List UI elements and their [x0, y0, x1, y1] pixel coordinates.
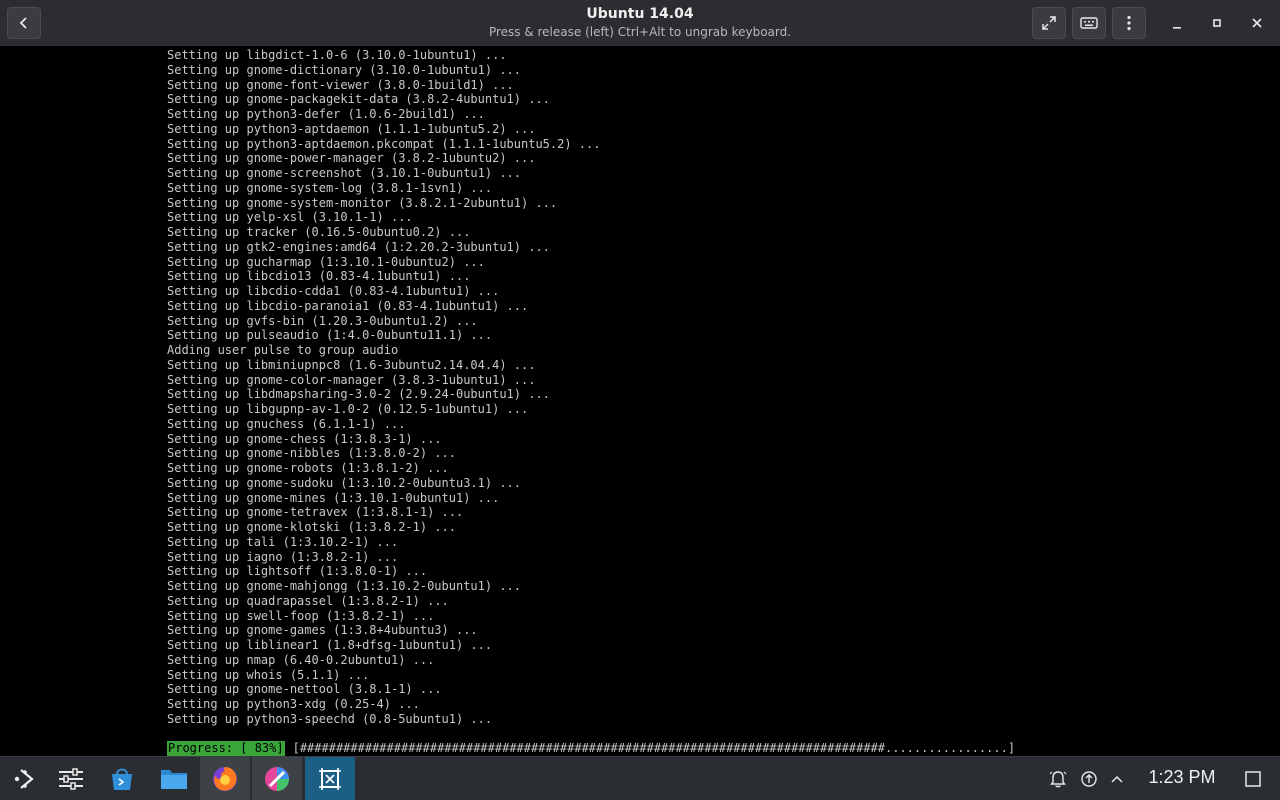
terminal-output[interactable]: Setting up libgdict-1.0-6 (3.10.0-1ubunt… [0, 46, 1280, 756]
terminal-line: Setting up libcdio-cdda1 (0.83-4.1ubuntu… [167, 284, 500, 298]
terminal-line: Setting up gnome-screenshot (3.10.1-0ubu… [167, 166, 522, 180]
terminal-line: Setting up lightsoff (1:3.8.0-1) ... [167, 564, 428, 579]
terminal-line: Setting up gnome-tetravex (1:3.8.1-1) ..… [167, 505, 464, 520]
chevron-left-icon [19, 17, 27, 29]
terminal-line: Setting up gnome-mahjongg (1:3.10.2-0ubu… [167, 579, 522, 593]
terminal-line: Setting up python3-aptdaemon.pkcompat (1… [167, 136, 601, 151]
show-desktop-button[interactable] [1243, 769, 1263, 789]
minimize-button[interactable] [1160, 7, 1194, 39]
terminal-line: Setting up gnome-nettool (3.8.1-1) ... [167, 682, 442, 697]
firefox-icon [213, 767, 237, 791]
terminal-line: Setting up yelp-xsl (3.10.1-1) ... [167, 210, 413, 225]
terminal-line: Setting up gnome-mines (1:3.10.1-0ubuntu… [167, 490, 500, 505]
firefox-button[interactable] [200, 757, 250, 800]
progress-bar: [#######################################… [292, 741, 1016, 755]
progress-row: Progress: [ 83%] [######################… [167, 741, 1015, 756]
terminal-line: Setting up python3-aptdaemon (1.1.1-1ubu… [167, 121, 536, 136]
terminal-line: Setting up libdmapsharing-3.0-2 (2.9.24-… [167, 387, 550, 402]
fullscreen-button[interactable] [1032, 7, 1066, 39]
chevron-up-icon [1111, 775, 1123, 783]
terminal-line: Setting up nmap (6.40-0.2ubuntu1) ... [167, 652, 435, 667]
terminal-line: Setting up gnome-system-monitor (3.8.2.1… [167, 195, 558, 210]
terminal-line: Setting up gnome-sudoku (1:3.10.2-0ubunt… [167, 475, 522, 490]
terminal-lines: Setting up libgdict-1.0-6 (3.10.0-1ubunt… [167, 48, 1267, 727]
terminal-line: Setting up tracker (0.16.5-0ubuntu0.2) .… [167, 225, 471, 239]
terminal-line: Setting up quadrapassel (1:3.8.2-1) ... [167, 593, 449, 608]
terminal-line: Setting up gnome-system-log (3.8.1-1svn1… [167, 180, 493, 195]
color-app-icon [265, 767, 289, 791]
terminal-line: Setting up gnome-power-manager (3.8.2-1u… [167, 151, 536, 166]
updates-tray[interactable] [1079, 769, 1099, 789]
terminal-line: Setting up python3-xdg (0.25-4) ... [167, 697, 420, 711]
minimize-icon [1173, 27, 1181, 29]
close-button[interactable] [1240, 7, 1274, 39]
terminal-line: Setting up swell-foop (1:3.8.2-1) ... [167, 608, 435, 623]
clock[interactable]: 1:23 PM [1138, 767, 1226, 788]
system-settings-icon [59, 768, 83, 790]
virt-manager-icon [319, 768, 341, 790]
application-launcher-icon [14, 769, 34, 789]
maximize-icon [1213, 19, 1221, 27]
color-app-button[interactable] [252, 757, 302, 800]
terminal-line: Setting up gtk2-engines:amd64 (1:2.20.2-… [167, 239, 550, 254]
keyboard-icon [1080, 17, 1098, 29]
bell-icon [1049, 771, 1067, 788]
terminal-line: Setting up gucharmap (1:3.10.1-0ubuntu2)… [167, 254, 485, 269]
taskbar: 1:23 PM [0, 756, 1280, 800]
progress-label: Progress: [ 83%] [167, 741, 285, 756]
terminal-line: Setting up gnome-games (1:3.8+4ubuntu3) … [167, 623, 478, 638]
terminal-line: Setting up gnome-color-manager (3.8.3-1u… [167, 372, 536, 387]
terminal-line: Setting up whois (5.1.1) ... [167, 667, 370, 682]
terminal-line: Setting up libgupnp-av-1.0-2 (0.12.5-1ub… [167, 402, 529, 416]
terminal-line: Setting up gvfs-bin (1.20.3-0ubuntu1.2) … [167, 313, 478, 328]
show-desktop-icon [1245, 771, 1261, 787]
terminal-line: Setting up liblinear1 (1.8+dfsg-1ubuntu1… [167, 638, 493, 652]
discover-store-icon [112, 768, 132, 790]
terminal-line: Setting up tali (1:3.10.2-1) ... [167, 534, 399, 549]
terminal-line: Setting up gnome-packagekit-data (3.8.2-… [167, 92, 550, 107]
window-title: Ubuntu 14.04 [586, 6, 694, 22]
terminal-line: Setting up pulseaudio (1:4.0-0ubuntu11.1… [167, 328, 493, 343]
terminal-line: Setting up libminiupnpc8 (1.6-3ubuntu2.1… [167, 357, 536, 372]
update-icon [1081, 771, 1097, 787]
terminal-line: Setting up libgdict-1.0-6 (3.10.0-1ubunt… [167, 48, 507, 62]
tray-expand-button[interactable] [1107, 769, 1127, 789]
file-manager-icon [161, 770, 187, 789]
terminal-line: Adding user pulse to group audio [167, 343, 399, 357]
terminal-line: Setting up gnome-dictionary (3.10.0-1ubu… [167, 62, 522, 77]
terminal-line: Setting up iagno (1:3.8.2-1) ... [167, 549, 399, 564]
terminal-line: Setting up gnuchess (6.1.1-1) ... [167, 416, 406, 431]
window-subtitle: Press & release (left) Ctrl+Alt to ungra… [488, 25, 792, 39]
terminal-line: Setting up gnome-nibbles (1:3.8.0-2) ... [167, 446, 456, 461]
discover-store-button[interactable] [97, 757, 147, 800]
terminal-line: Setting up gnome-klotski (1:3.8.2-1) ... [167, 520, 456, 534]
terminal-line: Setting up libcdio-paranoia1 (0.83-4.1ub… [167, 298, 529, 313]
back-button[interactable] [7, 7, 41, 39]
terminal-line: Setting up gnome-chess (1:3.8.3-1) ... [167, 431, 442, 446]
notifications-tray[interactable] [1048, 769, 1068, 789]
keyboard-button[interactable] [1072, 7, 1106, 39]
expand-icon [1042, 16, 1056, 30]
terminal-line: Setting up python3-defer (1.0.6-2build1)… [167, 107, 485, 121]
maximize-button[interactable] [1200, 7, 1234, 39]
terminal-line: Setting up gnome-robots (1:3.8.1-2) ... [167, 461, 449, 475]
window-titlebar: Ubuntu 14.04 Press & release (left) Ctrl… [0, 0, 1280, 46]
system-settings-button[interactable] [46, 757, 96, 800]
menu-button[interactable] [1112, 7, 1146, 39]
kebab-menu-icon [1127, 15, 1131, 31]
virt-manager-button[interactable] [305, 757, 355, 800]
close-icon [1252, 18, 1262, 28]
terminal-line: Setting up python3-speechd (0.8-5ubuntu1… [167, 711, 493, 726]
terminal-line: Setting up gnome-font-viewer (3.8.0-1bui… [167, 77, 514, 92]
terminal-line: Setting up libcdio13 (0.83-4.1ubuntu1) .… [167, 269, 471, 284]
application-launcher-button[interactable] [0, 757, 50, 800]
file-manager-button[interactable] [149, 757, 199, 800]
